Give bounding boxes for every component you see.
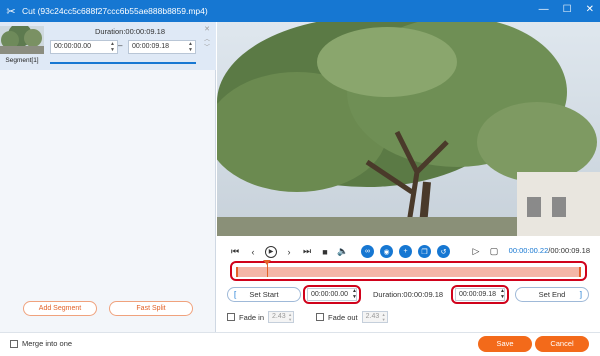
reset-icon[interactable]: ↺ xyxy=(437,245,450,258)
close-button[interactable]: ✕ xyxy=(586,4,594,15)
save-button[interactable]: Save xyxy=(478,336,532,352)
snapshot-icon[interactable]: ◉ xyxy=(380,245,393,258)
segment-thumbnail xyxy=(0,26,44,54)
play-segment-icon[interactable]: ▷ xyxy=(470,246,482,258)
set-start-label: Set Start xyxy=(249,290,279,299)
minimize-button[interactable]: — xyxy=(539,4,549,15)
fade-out-checkbox[interactable] xyxy=(316,313,325,321)
merge-option[interactable]: Merge into one xyxy=(10,339,72,348)
cancel-button[interactable]: Cancel xyxy=(535,336,589,352)
selected-range[interactable] xyxy=(236,267,581,277)
start-time-field[interactable]: 00:00:00.00 ▲ ▼ xyxy=(303,285,361,304)
trim-duration: Duration:00:00:09.18 xyxy=(373,290,444,299)
fade-out-value: 2.43 xyxy=(365,313,380,320)
merge-label: Merge into one xyxy=(22,339,73,348)
video-preview xyxy=(217,22,600,236)
fast-split-button[interactable]: Fast Split xyxy=(109,301,193,316)
segment-progress-bar xyxy=(50,62,196,64)
set-end-label: Set End xyxy=(538,290,566,299)
segment-duration: Duration:00:00:09.18 xyxy=(94,27,166,36)
time-readout: 00:00:00.22/00:00:09.18 xyxy=(509,246,590,255)
spinner-icon[interactable]: ▲ ▼ xyxy=(500,288,505,300)
start-time-value[interactable]: 00:00:00.00 xyxy=(307,288,357,301)
reorder-icon[interactable]: ︿ ﹀ xyxy=(204,36,210,52)
set-start-button[interactable]: [ Set Start xyxy=(227,287,301,302)
stop-icon[interactable]: ■ xyxy=(319,246,331,258)
segment-start-value: 00:00:00.00 xyxy=(54,43,91,50)
previous-frame-icon[interactable]: ‹ xyxy=(247,246,259,258)
add-icon[interactable]: + xyxy=(399,245,412,258)
end-time-field[interactable]: 00:00:09.18 ▲ ▼ xyxy=(451,285,509,304)
fade-out-field[interactable]: 2.43 ▲ ▼ xyxy=(361,311,388,323)
segment-start-field[interactable]: 00:00:00.00 ▲ ▼ xyxy=(50,40,118,54)
close-icon[interactable]: ✕ xyxy=(204,25,210,33)
spinner-icon[interactable]: ▲ ▼ xyxy=(382,312,386,322)
fade-in-field[interactable]: 2.43 ▲ ▼ xyxy=(268,311,295,323)
total-time: /00:00:09.18 xyxy=(548,246,590,255)
add-segment-button[interactable]: Add Segment xyxy=(23,301,97,316)
footer-bar: Merge into one Save Cancel xyxy=(0,332,600,356)
window-title: Cut (93c24cc5c688f27ccc6b55ae888b8859.mp… xyxy=(22,6,208,16)
fade-in-value: 2.43 xyxy=(272,313,286,320)
fade-in-checkbox[interactable] xyxy=(227,313,235,321)
set-end-button[interactable]: Set End ] xyxy=(515,287,589,302)
title-bar: ✂ Cut (93c24cc5c688f27ccc6b55ae888b8859.… xyxy=(0,0,600,22)
spinner-icon[interactable]: ▲ ▼ xyxy=(188,41,193,53)
copy-icon[interactable]: ❐ xyxy=(418,245,431,258)
current-time: 00:00:00.22 xyxy=(508,246,549,255)
bracket-close-icon: ] xyxy=(579,290,582,299)
volume-icon[interactable]: 🔈 xyxy=(337,246,349,258)
loop-icon[interactable]: ∞ xyxy=(361,245,374,258)
end-time-value[interactable]: 00:00:09.18 xyxy=(455,288,505,301)
segment-end-value: 00:00:09.18 xyxy=(132,43,169,50)
timeline-track[interactable] xyxy=(230,260,587,281)
segment-label: Segment[1] xyxy=(5,57,39,64)
play-outside-icon[interactable]: ▢ xyxy=(488,246,500,258)
segment-panel: Segment[1] Duration:00:00:09.18 00:00:00… xyxy=(0,22,216,332)
fade-in-label: Fade in xyxy=(239,312,265,322)
segment-item[interactable]: Segment[1] Duration:00:00:09.18 00:00:00… xyxy=(0,22,216,70)
fade-out-label: Fade out xyxy=(328,312,358,322)
segment-separator: – xyxy=(118,41,123,50)
skip-to-end-icon[interactable]: ⏭ xyxy=(301,246,313,258)
play-icon[interactable]: ▶ xyxy=(265,245,277,258)
playhead[interactable] xyxy=(267,261,268,277)
maximize-button[interactable]: ☐ xyxy=(563,4,572,15)
scissors-icon: ✂ xyxy=(6,5,16,18)
merge-checkbox[interactable] xyxy=(10,339,18,348)
next-frame-icon[interactable]: › xyxy=(283,246,295,258)
skip-to-start-icon[interactable]: ⏮ xyxy=(229,246,241,258)
spinner-icon[interactable]: ▲ ▼ xyxy=(352,288,357,300)
spinner-icon[interactable]: ▲ ▼ xyxy=(110,41,115,53)
bracket-open-icon: [ xyxy=(234,290,237,299)
segment-end-field[interactable]: 00:00:09.18 ▲ ▼ xyxy=(128,40,196,54)
spinner-icon[interactable]: ▲ ▼ xyxy=(288,312,292,322)
